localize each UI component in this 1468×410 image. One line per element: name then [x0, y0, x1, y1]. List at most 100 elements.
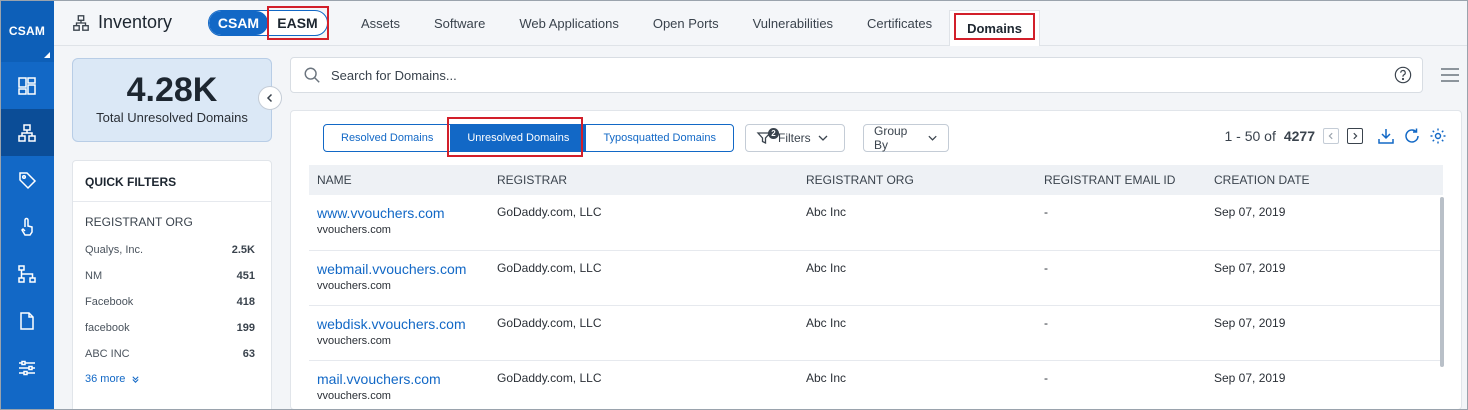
tab-certificates[interactable]: Certificates	[850, 0, 949, 46]
cell-creation-date: Sep 07, 2019	[1206, 195, 1443, 251]
domain-link[interactable]: www.vvouchers.com	[317, 205, 489, 221]
table-row[interactable]: webmail.vvouchers.com vvouchers.com GoDad…	[309, 250, 1443, 306]
filter-item-count: 63	[242, 348, 255, 360]
filter-item[interactable]: facebook 199	[73, 315, 271, 341]
settings-nav[interactable]	[0, 344, 54, 391]
cell-creation-date: Sep 07, 2019	[1206, 250, 1443, 306]
group-by-button[interactable]: Group By	[863, 124, 949, 152]
app-brand[interactable]: CSAM	[0, 0, 54, 62]
page-title-group: Inventory	[72, 12, 172, 33]
summary-value: 4.28K	[126, 71, 218, 109]
inventory-icon	[18, 123, 36, 142]
table-row[interactable]: mail.vvouchers.com vvouchers.com GoDaddy.…	[309, 360, 1443, 410]
inventory-nav[interactable]	[0, 109, 54, 156]
domains-table: Name Registrar Registrant Org Registrant…	[309, 165, 1443, 410]
filter-item-label: NM	[85, 270, 103, 282]
cell-creation-date: Sep 07, 2019	[1206, 360, 1443, 410]
domain-link[interactable]: webmail.vvouchers.com	[317, 261, 489, 277]
hierarchy-nav[interactable]	[0, 250, 54, 297]
reports-nav[interactable]	[0, 297, 54, 344]
column-header-registrant-org[interactable]: Registrant Org	[798, 165, 1036, 195]
toggle-csam[interactable]: CSAM	[209, 11, 268, 35]
filters-button[interactable]: 2 Filters	[745, 124, 845, 152]
domain-parent: vvouchers.com	[317, 389, 391, 402]
filter-item[interactable]: NM 451	[73, 263, 271, 289]
tab-domains[interactable]: Domains	[949, 10, 1040, 46]
cell-registrar: GoDaddy.com, LLC	[489, 250, 798, 306]
column-header-registrar[interactable]: Registrar	[489, 165, 798, 195]
table-scrollbar[interactable]	[1440, 197, 1444, 367]
filter-item[interactable]: Facebook 418	[73, 289, 271, 315]
filter-item[interactable]: Qualys, Inc. 2.5K	[73, 237, 271, 263]
cell-name: mail.vvouchers.com vvouchers.com	[309, 360, 489, 410]
chevron-left-icon	[1328, 132, 1333, 140]
domain-link[interactable]: webdisk.vvouchers.com	[317, 316, 489, 332]
cell-registrant-email: -	[1036, 305, 1206, 361]
previous-page-button[interactable]	[1323, 128, 1339, 144]
page-title: Inventory	[98, 12, 173, 32]
cell-name: webdisk.vvouchers.com vvouchers.com	[309, 305, 489, 361]
column-header-creation-date[interactable]: Creation Date	[1206, 165, 1443, 195]
download-icon[interactable]	[1377, 127, 1395, 145]
help-icon[interactable]	[1394, 66, 1412, 84]
left-nav-rail: CSAM	[0, 0, 54, 410]
filter-item-count: 451	[236, 270, 255, 282]
cell-registrant-org: Abc Inc	[798, 360, 1036, 410]
chevron-down-icon	[928, 135, 937, 141]
table-row[interactable]: webdisk.vvouchers.com vvouchers.com GoDad…	[309, 305, 1443, 361]
filter-item-label: ABC INC	[85, 348, 130, 360]
dashboard-nav[interactable]	[0, 62, 54, 109]
quick-filters-title: QUICK FILTERS	[73, 161, 271, 202]
cell-registrant-org: Abc Inc	[798, 195, 1036, 251]
collapse-sidebar-button[interactable]	[258, 86, 282, 110]
inventory-tabs: Assets Software Web Applications Open Po…	[344, 0, 1040, 46]
cell-registrant-org: Abc Inc	[798, 250, 1036, 306]
settings-gear-icon[interactable]	[1429, 127, 1447, 145]
domain-link[interactable]: mail.vvouchers.com	[317, 371, 489, 387]
cell-creation-date: Sep 07, 2019	[1206, 305, 1443, 361]
quick-filters-panel: QUICK FILTERS REGISTRANT ORG Qualys, Inc…	[72, 160, 272, 410]
segment-resolved-domains[interactable]: Resolved Domains	[324, 125, 450, 151]
domain-parent: vvouchers.com	[317, 224, 391, 236]
filter-item-count: 2.5K	[231, 244, 255, 256]
inventory-title-icon	[73, 14, 89, 31]
filters-label: Filters	[778, 131, 811, 145]
pager-total: 4277	[1283, 128, 1315, 144]
summary-card: 4.28K Total Unresolved Domains	[72, 58, 272, 142]
segment-typosquatted-domains[interactable]: Typosquatted Domains	[586, 125, 733, 151]
column-header-name[interactable]: Name	[309, 165, 489, 195]
document-icon	[20, 311, 34, 330]
easm-highlight-box	[267, 6, 329, 40]
dashboard-icon	[18, 76, 36, 95]
hamburger-menu-icon[interactable]	[1440, 66, 1460, 84]
tab-software[interactable]: Software	[417, 0, 502, 46]
column-header-registrant-email[interactable]: Registrant Email ID	[1036, 165, 1206, 195]
hand-pointer-icon	[21, 217, 33, 236]
tab-web-applications[interactable]: Web Applications	[502, 0, 636, 46]
tab-vulnerabilities[interactable]: Vulnerabilities	[736, 0, 850, 46]
show-more-label: 36 more	[85, 373, 126, 385]
refresh-icon[interactable]	[1403, 127, 1421, 145]
hierarchy-icon	[18, 264, 36, 283]
cell-registrant-org: Abc Inc	[798, 305, 1036, 361]
sliders-icon	[19, 360, 35, 375]
cell-registrar: GoDaddy.com, LLC	[489, 195, 798, 251]
table-row[interactable]: www.vvouchers.com vvouchers.com GoDaddy.c…	[309, 195, 1443, 251]
domain-parent: vvouchers.com	[317, 334, 391, 347]
filter-item-label: Facebook	[85, 296, 134, 308]
tab-open-ports[interactable]: Open Ports	[636, 0, 736, 46]
chevron-left-icon	[266, 93, 273, 103]
filter-item-count: 199	[236, 322, 255, 334]
cell-registrant-email: -	[1036, 250, 1206, 306]
page-header: Inventory CSAM EASM Assets Software Web …	[54, 0, 1468, 46]
tags-nav[interactable]	[0, 156, 54, 203]
next-page-button[interactable]	[1347, 128, 1363, 144]
pager-range: 1 - 50 of	[1224, 128, 1276, 144]
unresolved-highlight-box	[447, 117, 583, 157]
show-more-filters-link[interactable]: 36 more	[73, 367, 271, 391]
search-input[interactable]	[331, 67, 1394, 83]
filter-item-label: Qualys, Inc.	[85, 244, 144, 256]
filter-item[interactable]: ABC INC 63	[73, 341, 271, 367]
tab-assets[interactable]: Assets	[344, 0, 417, 46]
touch-nav[interactable]	[0, 203, 54, 250]
